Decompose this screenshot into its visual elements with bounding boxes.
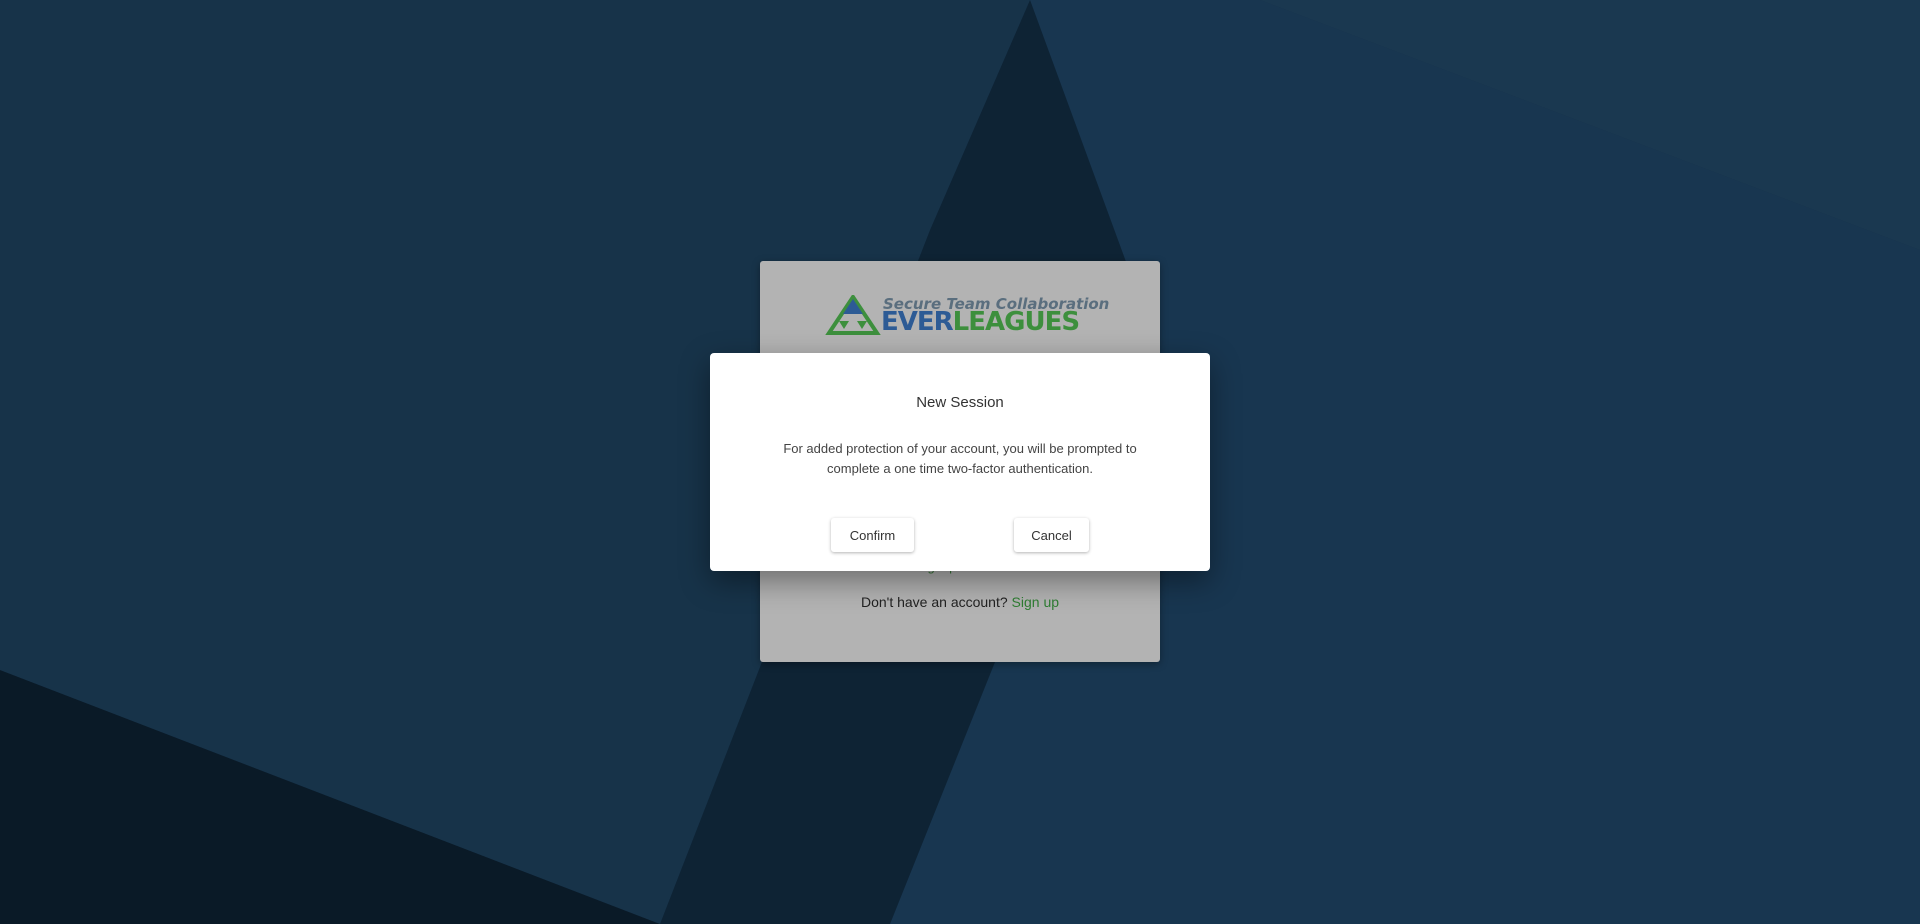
everleagues-logo: Secure Team Collaboration EVERLEAGUES (825, 295, 1109, 337)
dialog-title: New Session (916, 394, 1004, 411)
no-account-text: Don't have an account? (860, 594, 1008, 610)
signup-link[interactable]: Sign up (1012, 594, 1059, 610)
logo-ever: EVER (881, 307, 954, 337)
logo-wordmark: EVERLEAGUES (881, 307, 1080, 337)
signup-row: Don't have an account? Sign up (760, 594, 1160, 610)
cancel-button[interactable]: Cancel (1014, 518, 1089, 552)
logo-triangle-icon (825, 295, 881, 335)
confirm-button[interactable]: Confirm (831, 518, 914, 552)
dialog-message: For added protection of your account, yo… (783, 441, 1137, 476)
logo-leagues: LEAGUES (952, 307, 1080, 337)
new-session-dialog: New Session For added protection of your… (710, 353, 1210, 571)
